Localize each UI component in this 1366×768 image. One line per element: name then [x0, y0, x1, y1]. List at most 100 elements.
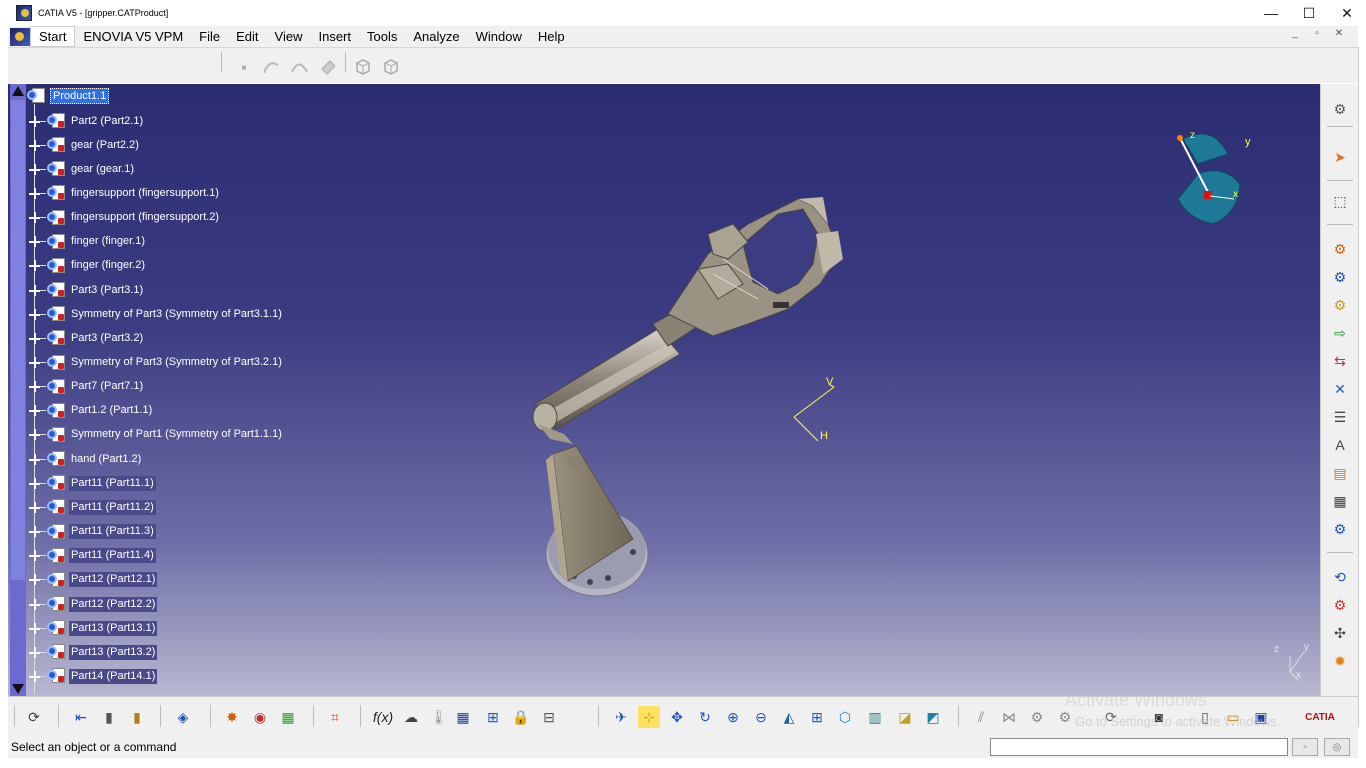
tree-node[interactable]: hand (Part1.2) — [26, 449, 143, 469]
hide-show-icon[interactable]: ◪ — [894, 706, 916, 728]
expand-plus-icon[interactable] — [29, 550, 40, 562]
expand-plus-icon[interactable] — [29, 477, 40, 489]
select-arrow-icon[interactable]: ➤ — [1329, 146, 1351, 168]
manipulation-icon[interactable]: ⟲ — [1329, 566, 1351, 588]
tree-node-label[interactable]: Symmetry of Part3 (Symmetry of Part3.1.1… — [69, 307, 284, 322]
tree-node[interactable]: gear (gear.1) — [26, 159, 136, 179]
tree-root-label[interactable]: Product1.1 — [50, 88, 110, 104]
tree-node-label[interactable]: finger (finger.1) — [69, 234, 147, 249]
tree-node[interactable]: Part2 (Part2.1) — [26, 111, 145, 131]
selective-load-icon[interactable]: A — [1329, 434, 1351, 456]
expand-plus-icon[interactable] — [29, 187, 40, 199]
zoom-in-icon[interactable]: ⊕ — [722, 706, 744, 728]
tree-node-label[interactable]: Part11 (Part11.1) — [69, 475, 156, 491]
menu-tools[interactable]: Tools — [359, 26, 405, 47]
tree-node-label[interactable]: Symmetry of Part1 (Symmetry of Part1.1.1… — [69, 427, 284, 442]
menu-view[interactable]: View — [267, 26, 311, 47]
gears-icon[interactable]: ⚙ — [1329, 98, 1351, 120]
expand-plus-icon[interactable] — [29, 139, 40, 151]
expand-plus-icon[interactable] — [29, 622, 40, 634]
catalog-browser-icon[interactable]: ✸ — [221, 706, 243, 728]
doc-minimize-button[interactable]: _ — [1286, 28, 1304, 44]
command-input[interactable] — [990, 738, 1288, 756]
expand-plus-icon[interactable] — [29, 308, 40, 320]
tree-node-label[interactable]: Part7 (Part7.1) — [69, 379, 145, 394]
manage-representations-icon[interactable]: ▤ — [1329, 462, 1351, 484]
scene-icon[interactable]: ◈ — [172, 706, 194, 728]
fix-constraint-icon[interactable]: ⋈ — [998, 706, 1020, 728]
tree-node-label[interactable]: Part2 (Part2.1) — [69, 114, 145, 129]
close-button[interactable]: ✕ — [1328, 0, 1366, 26]
expand-plus-icon[interactable] — [29, 670, 40, 682]
new-part-icon[interactable]: ⚙ — [1329, 294, 1351, 316]
tree-node[interactable]: Symmetry of Part3 (Symmetry of Part3.1.1… — [26, 304, 284, 324]
tree-node-label[interactable]: Part11 (Part11.3) — [69, 524, 156, 540]
expand-plus-icon[interactable] — [29, 453, 40, 465]
tree-node[interactable]: Symmetry of Part3 (Symmetry of Part3.2.1… — [26, 353, 284, 373]
tree-node-label[interactable]: hand (Part1.2) — [69, 452, 143, 467]
fast-multi-instantiation-icon[interactable]: ⚙ — [1329, 518, 1351, 540]
expand-plus-icon[interactable] — [29, 574, 40, 586]
measure-inertia-icon[interactable]: ▮ — [126, 706, 148, 728]
point-icon[interactable]: ■ — [233, 56, 255, 78]
generate-numbering-icon[interactable]: ☰ — [1329, 406, 1351, 428]
expand-plus-icon[interactable] — [29, 236, 40, 248]
expand-plus-icon[interactable] — [29, 429, 40, 441]
tree-node[interactable]: Part14 (Part14.1) — [26, 666, 158, 686]
expand-plus-icon[interactable] — [29, 212, 40, 224]
normal-view-icon[interactable]: ◭ — [778, 706, 800, 728]
cube-select-icon[interactable] — [380, 56, 402, 78]
tree-node-label[interactable]: Part13 (Part13.1) — [69, 620, 158, 636]
fit-all-icon[interactable]: ⊹ — [638, 706, 660, 728]
menu-file[interactable]: File — [191, 26, 228, 47]
shading-icon[interactable]: ▥ — [864, 706, 886, 728]
expand-plus-icon[interactable] — [29, 501, 40, 513]
expand-plus-icon[interactable] — [29, 260, 40, 272]
scroll-up-arrow-icon[interactable] — [12, 86, 24, 96]
multi-view-icon[interactable]: ⊞ — [806, 706, 828, 728]
menu-insert[interactable]: Insert — [310, 26, 359, 47]
tree-node-label[interactable]: fingersupport (fingersupport.1) — [69, 186, 221, 201]
curve-icon[interactable] — [260, 56, 282, 78]
expand-plus-icon[interactable] — [29, 115, 40, 127]
tree-node[interactable]: Part13 (Part13.2) — [26, 642, 158, 662]
tree-node[interactable]: Part11 (Part11.4) — [26, 546, 156, 566]
tree-scrollbar[interactable] — [10, 84, 26, 696]
expand-plus-icon[interactable] — [29, 598, 40, 610]
tree-node-label[interactable]: Part12 (Part12.2) — [69, 596, 158, 612]
tree-node[interactable]: gear (Part2.2) — [26, 135, 141, 155]
expand-plus-icon[interactable] — [29, 332, 40, 344]
tree-node[interactable]: finger (finger.1) — [26, 232, 147, 252]
thermometer-icon[interactable]: 🌡 — [428, 706, 450, 728]
fly-mode-icon[interactable]: ✈ — [610, 706, 632, 728]
command-cancel-button[interactable]: ◎ — [1324, 738, 1350, 756]
tree-node[interactable]: Part11 (Part11.1) — [26, 473, 156, 493]
select-trap-icon[interactable]: ⬚ — [1329, 190, 1351, 212]
menu-help[interactable]: Help — [530, 26, 573, 47]
snap-icon[interactable]: ⚙ — [1329, 594, 1351, 616]
tree-node[interactable]: Part3 (Part3.1) — [26, 280, 145, 300]
grid-snap-icon[interactable]: ⌗ — [324, 706, 346, 728]
comment-icon[interactable]: ☁ — [400, 706, 422, 728]
tree-node[interactable]: Part12 (Part12.1) — [26, 570, 158, 590]
graph-tree-reorder-icon[interactable]: ✕ — [1329, 378, 1351, 400]
tree-node[interactable]: Part1.2 (Part1.1) — [26, 401, 154, 421]
cube-view-icon[interactable] — [352, 56, 374, 78]
tree-node-label[interactable]: Part12 (Part12.1) — [69, 572, 158, 588]
tree-node[interactable]: Part12 (Part12.2) — [26, 594, 158, 614]
update-icon[interactable]: ⟳ — [23, 706, 45, 728]
expand-plus-icon[interactable] — [29, 405, 40, 417]
apply-material-icon[interactable]: ◉ — [249, 706, 271, 728]
menu-edit[interactable]: Edit — [228, 26, 266, 47]
tree-root-node[interactable]: Product1.1 — [26, 87, 110, 105]
tree-node-label[interactable]: Symmetry of Part3 (Symmetry of Part3.2.1… — [69, 355, 284, 370]
scroll-thumb[interactable] — [11, 100, 25, 580]
tree-node-label[interactable]: Part14 (Part14.1) — [69, 668, 158, 684]
3d-viewport[interactable]: V H z y x z y x Product1.1 Part2 (Part2.… — [8, 84, 1320, 696]
measure-between-icon[interactable]: ⇤ — [70, 706, 92, 728]
gear-constraint-icon[interactable]: ⚙ — [1026, 706, 1048, 728]
tree-node-label[interactable]: Part11 (Part11.4) — [69, 548, 156, 564]
menu-enovia[interactable]: ENOVIA V5 VPM — [75, 26, 191, 47]
zoom-out-icon[interactable]: ⊖ — [750, 706, 772, 728]
tree-node-label[interactable]: fingersupport (fingersupport.2) — [69, 210, 221, 225]
